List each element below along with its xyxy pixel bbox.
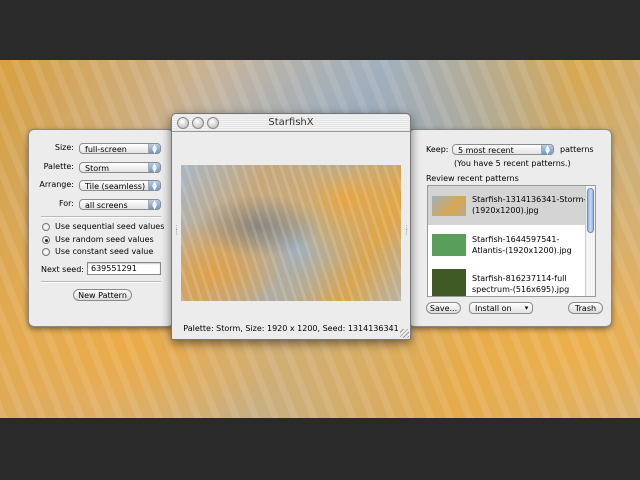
install-on-value: Install on (475, 304, 512, 313)
arrange-popup[interactable]: Tile (seamless) ▲ ▼ (79, 180, 161, 192)
size-popup[interactable]: full-screen ▲ ▼ (79, 143, 161, 155)
size-label: Size: (54, 143, 74, 152)
install-on-popup[interactable]: Install on ▾ (469, 302, 533, 314)
minimize-icon[interactable] (192, 117, 204, 129)
drawer-grip-left-icon[interactable]: ⋮ ⋮ (173, 225, 180, 236)
arrange-value: Tile (seamless) (85, 182, 146, 191)
window-title: StarfishX (268, 117, 314, 128)
right-patterns-drawer: Keep: 5 most recent ▲ ▼ patterns (You hav… (408, 129, 612, 327)
pattern-thumbnail (432, 196, 466, 216)
starfishx-window: StarfishX ⋮ ⋮ ⋮ ⋮ Palette: Storm, Size: 19… (171, 113, 411, 340)
new-pattern-button[interactable]: New Pattern (73, 289, 132, 301)
for-label: For: (58, 199, 74, 208)
chevron-down-icon: ▾ (524, 304, 529, 312)
next-seed-label: Next seed: (41, 265, 84, 274)
keep-label: Keep: (426, 145, 449, 154)
list-scrollbar[interactable] (585, 186, 595, 296)
pattern-name: Starfish-1644597541-Atlantis-(1920x1200)… (472, 235, 572, 255)
pattern-thumbnail (432, 234, 466, 256)
divider (41, 281, 161, 283)
list-item[interactable]: Starfish-1314136341-Storm-(1920x1200).jp… (428, 186, 587, 225)
arrange-label: Arrange: (39, 180, 74, 189)
pattern-thumbnail (432, 269, 466, 296)
zoom-icon[interactable] (207, 117, 219, 129)
keep-value: 5 most recent (458, 146, 514, 155)
popup-arrows-icon: ▲ ▼ (148, 181, 160, 192)
popup-arrows-icon: ▲ ▼ (541, 145, 553, 156)
divider (41, 216, 161, 218)
preview-caption: Palette: Storm, Size: 1920 x 1200, Seed:… (183, 324, 399, 333)
random-seed-radio[interactable] (42, 236, 50, 244)
left-settings-drawer: Size: full-screen ▲ ▼ Palette: Storm ▲ ▼ A… (28, 129, 174, 327)
next-seed-field[interactable]: 639551291 (87, 262, 161, 275)
popup-arrows-icon: ▲ ▼ (148, 163, 160, 174)
palette-popup[interactable]: Storm ▲ ▼ (79, 162, 161, 174)
trash-button[interactable]: Trash (568, 302, 603, 314)
drawer-grip-right-icon[interactable]: ⋮ ⋮ (403, 225, 410, 236)
pattern-name: Starfish-816237114-full spectrum-(516x69… (472, 274, 570, 294)
palette-label: Palette: (43, 162, 74, 171)
recent-patterns-list[interactable]: Starfish-1314136341-Storm-(1920x1200).jp… (427, 185, 596, 297)
keep-suffix: patterns (560, 145, 594, 154)
keep-popup[interactable]: 5 most recent ▲ ▼ (452, 144, 554, 156)
pattern-preview-image (181, 165, 401, 301)
for-popup[interactable]: all screens ▲ ▼ (79, 199, 161, 211)
size-value: full-screen (85, 145, 127, 154)
popup-arrows-icon: ▲ ▼ (148, 144, 160, 155)
resize-grip-icon[interactable] (400, 329, 409, 338)
save-button[interactable]: Save... (426, 302, 461, 314)
constant-seed-label: Use constant seed value (55, 247, 154, 256)
sequential-seed-radio[interactable] (42, 223, 50, 231)
recent-count-note: (You have 5 recent patterns.) (454, 159, 571, 168)
for-value: all screens (85, 201, 128, 210)
list-item[interactable]: Starfish-1644597541-Atlantis-(1920x1200)… (428, 226, 585, 265)
window-titlebar[interactable]: StarfishX (172, 114, 410, 132)
random-seed-label: Use random seed values (55, 235, 154, 244)
sequential-seed-label: Use sequential seed values (55, 222, 165, 231)
list-item[interactable]: Starfish-816237114-full spectrum-(516x69… (428, 266, 585, 296)
review-recent-label: Review recent patterns (426, 174, 519, 183)
palette-value: Storm (85, 164, 110, 173)
close-icon[interactable] (177, 117, 189, 129)
pattern-name: Starfish-1314136341-Storm-(1920x1200).jp… (472, 195, 587, 215)
constant-seed-radio[interactable] (42, 248, 50, 256)
scrollbar-thumb[interactable] (587, 188, 594, 233)
popup-arrows-icon: ▲ ▼ (148, 200, 160, 211)
